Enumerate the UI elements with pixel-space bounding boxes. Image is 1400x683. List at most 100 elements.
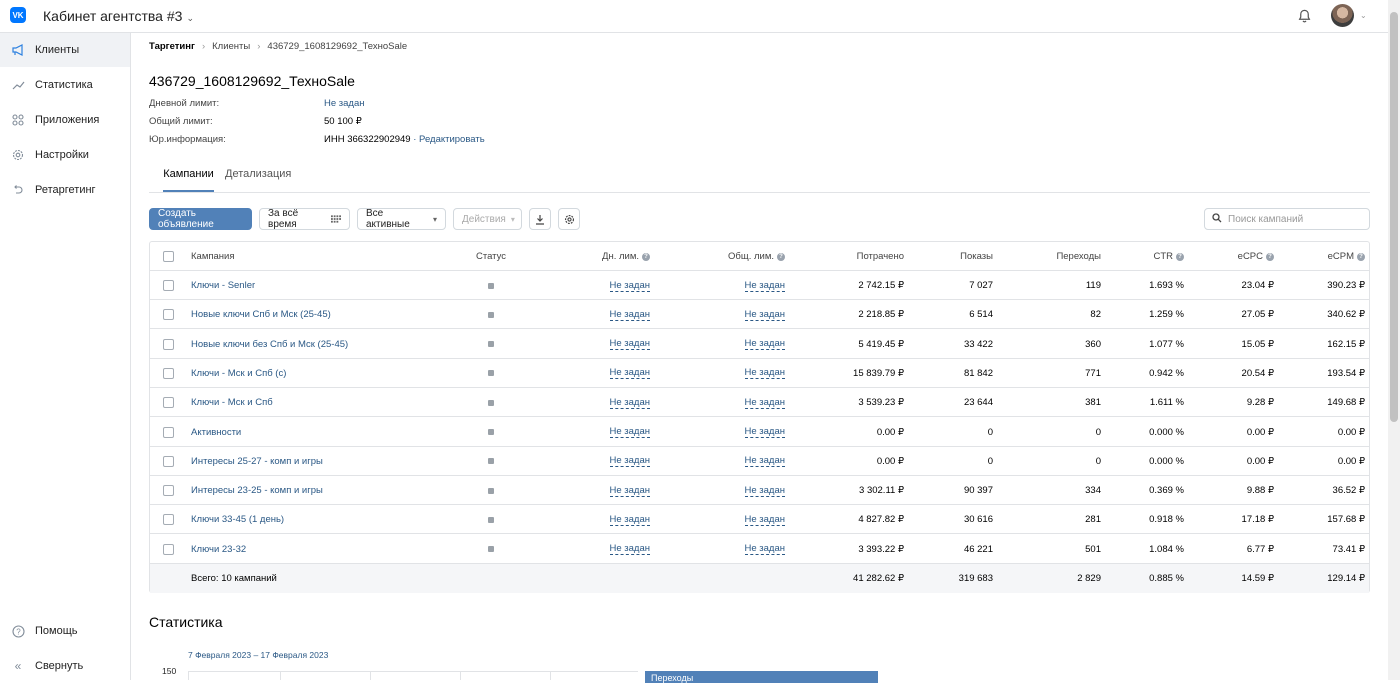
daily-limit-link[interactable]: Не задан — [609, 367, 650, 380]
campaign-name-link[interactable]: Интересы 23-25 - комп и игры — [191, 476, 323, 505]
col-ecpc[interactable]: eCPC? — [1190, 242, 1274, 271]
total-limit-link[interactable]: Не задан — [744, 543, 785, 556]
daily-limit-link[interactable]: Не задан — [609, 455, 650, 468]
daily-limit-link[interactable]: Не задан — [609, 309, 650, 321]
total-limit-link[interactable]: Не задан — [744, 280, 785, 292]
col-clicks[interactable]: Переходы — [1010, 242, 1101, 271]
scrollbar-thumb[interactable] — [1390, 12, 1398, 422]
campaign-name-link[interactable]: Ключи - Мск и Спб (с) — [191, 359, 286, 388]
campaign-name-link[interactable]: Активности — [191, 418, 241, 447]
help-icon[interactable]: ? — [1266, 252, 1274, 261]
chart-gridline — [460, 671, 461, 680]
help-icon[interactable]: ? — [777, 252, 785, 261]
row-checkbox[interactable] — [163, 447, 175, 476]
sidebar-item-settings[interactable]: Настройки — [0, 138, 130, 172]
chevron-down-icon[interactable]: ⌄ — [1360, 11, 1367, 20]
col-impressions[interactable]: Показы — [910, 242, 993, 271]
col-daily-limit[interactable]: Дн. лим.? — [550, 242, 650, 271]
row-checkbox[interactable] — [163, 330, 175, 359]
daily-limit-link[interactable]: Не задан — [609, 485, 650, 497]
col-ctr[interactable]: CTR? — [1110, 242, 1184, 271]
help-icon[interactable]: ? — [642, 252, 650, 261]
download-button[interactable] — [529, 208, 551, 230]
col-campaign[interactable]: Кампания — [191, 242, 234, 271]
sidebar-item-help[interactable]: ? Помощь — [0, 614, 130, 648]
table-row: Ключи - Senler Не задан Не задан 2 742.15 ₽… — [150, 271, 1369, 300]
daily-limit-link[interactable]: Не задан — [609, 514, 650, 526]
avatar[interactable] — [1331, 4, 1354, 27]
actions-select[interactable]: Действия ▾ — [453, 208, 522, 230]
sidebar-item-label: Помощь — [35, 625, 78, 637]
chart-metric-selector[interactable]: Переходы — [645, 671, 878, 683]
status-filter-select[interactable]: Все активные ▾ — [357, 208, 446, 230]
col-ecpm[interactable]: eCPM? — [1280, 242, 1365, 271]
period-select[interactable]: За всё время — [259, 208, 350, 230]
daily-limit-link[interactable]: Не задан — [609, 543, 650, 556]
gear-icon — [564, 214, 574, 224]
breadcrumb-clients[interactable]: Клиенты — [212, 41, 250, 52]
sidebar-item-retargeting[interactable]: Ретаргетинг — [0, 173, 130, 207]
daily-limit-link[interactable]: Не задан — [609, 280, 650, 292]
help-icon[interactable]: ? — [1176, 252, 1184, 261]
sidebar-item-statistics[interactable]: Статистика — [0, 68, 130, 102]
cell-ctr: 0.942 % — [1149, 367, 1184, 379]
sidebar-item-apps[interactable]: Приложения — [0, 103, 130, 137]
cell-spent: 5 419.45 ₽ — [858, 338, 904, 350]
campaign-name-link[interactable]: Ключи 23-32 — [191, 535, 246, 564]
campaign-name-link[interactable]: Интересы 25-27 - комп и игры — [191, 447, 323, 476]
campaign-name-link[interactable]: Новые ключи без Спб и Мск (25-45) — [191, 330, 348, 359]
sidebar-collapse[interactable]: « Свернуть — [0, 649, 130, 683]
create-ad-button[interactable]: Создать объявление — [149, 208, 252, 230]
total-limit-link[interactable]: Не задан — [744, 455, 785, 468]
total-limit-link[interactable]: Не задан — [744, 397, 785, 409]
search-field[interactable]: Поиск кампаний — [1204, 208, 1370, 230]
row-checkbox[interactable] — [163, 476, 175, 505]
bell-icon[interactable] — [1297, 8, 1312, 24]
daily-limit-value[interactable]: Не задан — [324, 98, 365, 109]
legal-info: ИНН 366322902949 · Редактировать — [324, 134, 485, 145]
col-status[interactable]: Статус — [461, 242, 521, 271]
tab-campaigns[interactable]: Кампании — [163, 168, 214, 192]
vk-logo[interactable]: VK — [10, 7, 26, 23]
cell-impressions: 7 027 — [969, 280, 993, 291]
total-limit-link[interactable]: Не задан — [744, 338, 785, 351]
total-limit-link[interactable]: Не задан — [744, 485, 785, 497]
help-icon[interactable]: ? — [1357, 252, 1365, 261]
total-limit-link[interactable]: Не задан — [744, 367, 785, 380]
col-total-limit[interactable]: Общ. лим.? — [685, 242, 785, 271]
chevron-down-icon: ▾ — [510, 214, 515, 224]
cell-clicks: 501 — [1085, 543, 1101, 555]
row-checkbox[interactable] — [163, 388, 175, 417]
cell-ecpc: 23.04 ₽ — [1241, 280, 1274, 291]
daily-limit-link[interactable]: Не задан — [609, 397, 650, 409]
select-all-checkbox[interactable] — [163, 242, 175, 271]
tab-details[interactable]: Детализация — [225, 168, 291, 192]
row-checkbox[interactable] — [163, 505, 175, 534]
total-limit-link[interactable]: Не задан — [744, 514, 785, 526]
row-checkbox[interactable] — [163, 359, 175, 388]
status-cell — [461, 388, 521, 417]
breadcrumb-targeting[interactable]: Таргетинг — [149, 41, 195, 52]
campaign-name-link[interactable]: Ключи - Senler — [191, 271, 255, 300]
cell-impressions: 0 — [987, 455, 993, 467]
edit-link[interactable]: · Редактировать — [413, 134, 484, 145]
daily-limit-link[interactable]: Не задан — [609, 338, 650, 351]
status-indicator — [488, 458, 494, 465]
col-spent[interactable]: Потрачено — [805, 242, 904, 271]
stats-date-range[interactable]: 7 Февраля 2023 – 17 Февраля 2023 — [188, 650, 328, 660]
sidebar-item-clients[interactable]: Клиенты — [0, 33, 130, 67]
cell-spent: 4 827.82 ₽ — [858, 514, 904, 526]
row-checkbox[interactable] — [163, 300, 175, 329]
table-settings-button[interactable] — [558, 208, 580, 230]
daily-limit-link[interactable]: Не задан — [609, 426, 650, 438]
row-checkbox[interactable] — [163, 535, 175, 564]
total-limit-link[interactable]: Не задан — [744, 309, 785, 321]
row-checkbox[interactable] — [163, 271, 175, 300]
campaign-name-link[interactable]: Ключи 33-45 (1 день) — [191, 505, 284, 534]
search-placeholder[interactable]: Поиск кампаний — [1228, 214, 1303, 225]
campaign-name-link[interactable]: Ключи - Мск и Спб — [191, 388, 273, 417]
total-limit-link[interactable]: Не задан — [744, 426, 785, 438]
agency-switcher[interactable]: Кабинет агентства #3 ⌄ — [43, 8, 194, 24]
campaign-name-link[interactable]: Новые ключи Спб и Мск (25-45) — [191, 300, 331, 329]
row-checkbox[interactable] — [163, 418, 175, 447]
